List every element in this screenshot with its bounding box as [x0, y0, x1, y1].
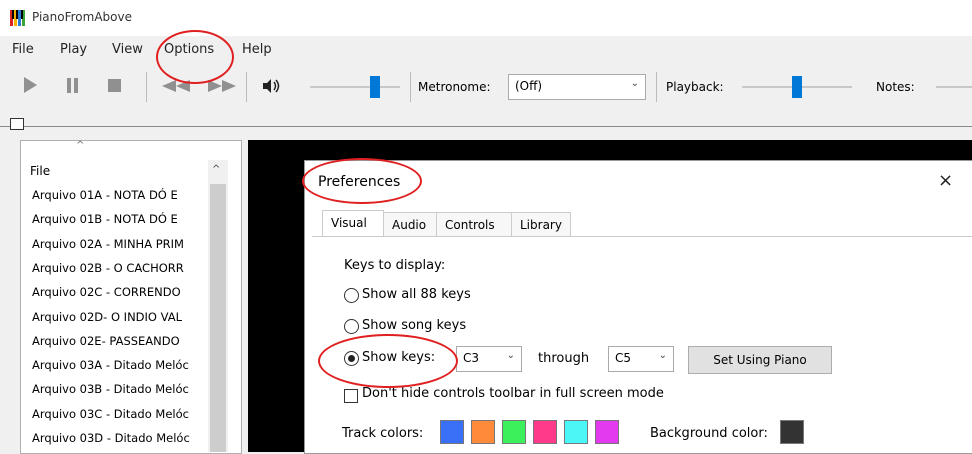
to-key-select[interactable]: C5 ⌄ [608, 346, 674, 372]
scroll-up-icon[interactable]: ^ [212, 164, 220, 175]
through-label: through [538, 351, 590, 366]
metronome-value: (Off) [515, 79, 543, 93]
tab-visual[interactable]: Visual [322, 210, 384, 237]
to-key-value: C5 [615, 351, 632, 365]
pause-icon[interactable] [66, 78, 80, 97]
stop-icon[interactable] [108, 79, 122, 96]
splitter-handle[interactable] [10, 118, 24, 130]
scrollbar-thumb[interactable] [210, 184, 226, 452]
track-colors-label: Track colors: [342, 426, 424, 441]
file-list-item[interactable]: Arquivo 02A - MINHA PRIM [32, 237, 207, 251]
piano-app-icon [10, 10, 26, 26]
track-color-swatch[interactable] [533, 420, 557, 444]
radio-show-song-keys[interactable] [344, 319, 359, 334]
track-color-swatch[interactable] [595, 420, 619, 444]
menu-help[interactable]: Help [242, 42, 272, 57]
close-icon[interactable]: × [938, 170, 953, 191]
playback-slider-thumb[interactable] [792, 76, 802, 98]
menu-view[interactable]: View [112, 42, 143, 57]
file-list-item[interactable]: Arquivo 01A - NOTA DÓ E [32, 188, 207, 202]
track-color-swatch[interactable] [502, 420, 526, 444]
file-list-item[interactable]: Arquivo 02B - O CACHORR [32, 261, 207, 275]
annotation-circle-preferences [302, 158, 422, 204]
background-color-label: Background color: [650, 426, 768, 441]
file-list-item[interactable]: Arquivo 02C - CORRENDO [32, 285, 207, 299]
notes-label: Notes: [876, 80, 915, 94]
window-title: PianoFromAbove [32, 10, 132, 24]
file-list-item[interactable]: Arquivo 03A - Ditado Melóc [32, 358, 207, 372]
track-color-swatch[interactable] [440, 420, 464, 444]
fullscreen-toolbar-checkbox[interactable] [344, 389, 358, 403]
playback-label: Playback: [666, 80, 724, 94]
play-icon[interactable] [22, 76, 38, 97]
chevron-down-icon: ⌄ [658, 350, 667, 361]
track-color-swatch[interactable] [471, 420, 495, 444]
toolbar-separator [246, 72, 247, 102]
fast-forward-icon[interactable] [206, 80, 238, 95]
file-column-header[interactable]: File [30, 164, 50, 178]
show-song-keys-label[interactable]: Show song keys [362, 318, 466, 333]
background-color-swatch[interactable] [780, 420, 804, 444]
annotation-circle-options [156, 30, 234, 84]
menu-play[interactable]: Play [60, 42, 87, 57]
chevron-down-icon: ⌄ [630, 78, 639, 89]
set-using-piano-button[interactable]: Set Using Piano [688, 346, 832, 374]
toolbar-separator [410, 72, 411, 102]
chevron-down-icon: ⌄ [506, 350, 515, 361]
file-list-item[interactable]: Arquivo 02D- O INDIO VAL [32, 310, 207, 324]
speaker-icon[interactable] [262, 78, 282, 97]
radio-show-all-keys[interactable] [344, 288, 359, 303]
fullscreen-toolbar-label[interactable]: Don't hide controls toolbar in full scre… [362, 386, 664, 401]
track-color-swatch[interactable] [564, 420, 588, 444]
show-all-keys-label[interactable]: Show all 88 keys [362, 287, 471, 302]
keys-to-display-label: Keys to display: [344, 258, 446, 273]
annotation-circle-show-keys [318, 334, 458, 388]
from-key-value: C3 [463, 351, 480, 365]
tab-library[interactable]: Library [511, 212, 571, 237]
metronome-label: Metronome: [418, 80, 491, 94]
sort-arrow-icon: ^ [76, 140, 85, 151]
file-list-item[interactable]: Arquivo 01B - NOTA DÓ E [32, 212, 207, 226]
file-list-item[interactable]: Arquivo 03B - Ditado Melóc [32, 382, 207, 396]
tab-controls[interactable]: Controls [436, 212, 512, 237]
volume-slider[interactable] [310, 86, 400, 88]
menu-file[interactable]: File [12, 42, 34, 57]
title-bar [0, 0, 972, 36]
metronome-select[interactable]: (Off) ⌄ [508, 74, 646, 100]
file-list-item[interactable]: Arquivo 03C - Ditado Melóc [32, 407, 207, 421]
toolbar-splitter [0, 126, 972, 127]
volume-slider-thumb[interactable] [369, 76, 380, 98]
tab-audio[interactable]: Audio [383, 212, 437, 237]
notes-slider[interactable] [936, 86, 972, 88]
toolbar-separator [146, 72, 147, 102]
file-list-item[interactable]: Arquivo 02E- PASSEANDO [32, 334, 207, 348]
file-list-item[interactable]: Arquivo 03D - Ditado Melóc [32, 431, 207, 445]
toolbar-separator [656, 72, 657, 102]
from-key-select[interactable]: C3 ⌄ [456, 346, 522, 372]
